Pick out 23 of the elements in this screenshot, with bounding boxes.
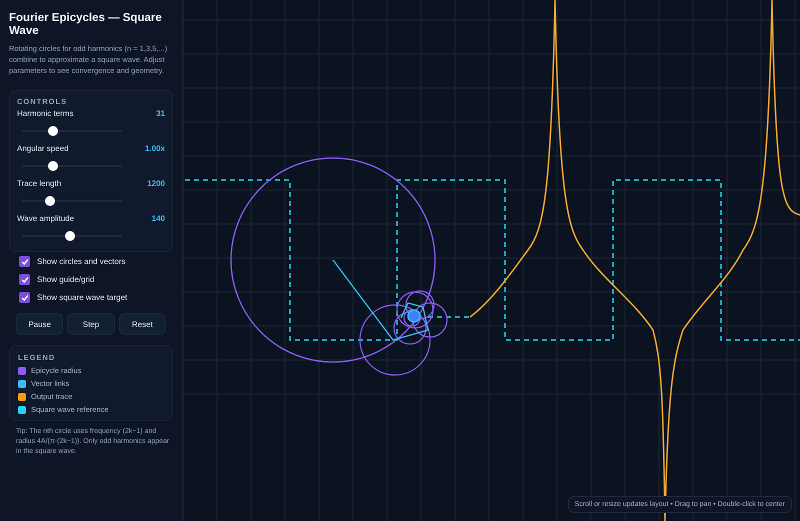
slider-thumb[interactable] bbox=[48, 126, 58, 136]
slider-reading: 1.00x bbox=[144, 144, 165, 153]
checkbox-label: Show circles and vectors bbox=[37, 257, 126, 266]
slider-thumb[interactable] bbox=[48, 161, 58, 171]
control-button[interactable]: Reset bbox=[118, 313, 166, 335]
slider-reading: 1200 bbox=[147, 179, 165, 188]
slider-label: Wave amplitude bbox=[17, 214, 74, 223]
slider-reading: 31 bbox=[156, 109, 165, 118]
checkbox[interactable] bbox=[19, 274, 30, 285]
slider-label: Harmonic terms bbox=[17, 109, 74, 118]
checkbox-label: Show square wave target bbox=[37, 293, 128, 302]
control-button[interactable]: Step bbox=[67, 313, 115, 335]
slider-thumb[interactable] bbox=[65, 231, 75, 241]
control-button[interactable]: Pause bbox=[16, 313, 64, 335]
slider-reading: 140 bbox=[152, 214, 165, 223]
trace-link-line bbox=[428, 316, 470, 318]
checkbox[interactable] bbox=[19, 256, 30, 267]
slider-thumb[interactable] bbox=[45, 196, 55, 206]
slider-label: Angular speed bbox=[17, 144, 69, 153]
slider-label: Trace length bbox=[17, 179, 62, 188]
checkbox[interactable] bbox=[19, 292, 30, 303]
app-title: Fourier Epicycles — Square Wave bbox=[9, 12, 163, 38]
checkbox-label: Show guide/grid bbox=[37, 275, 94, 284]
